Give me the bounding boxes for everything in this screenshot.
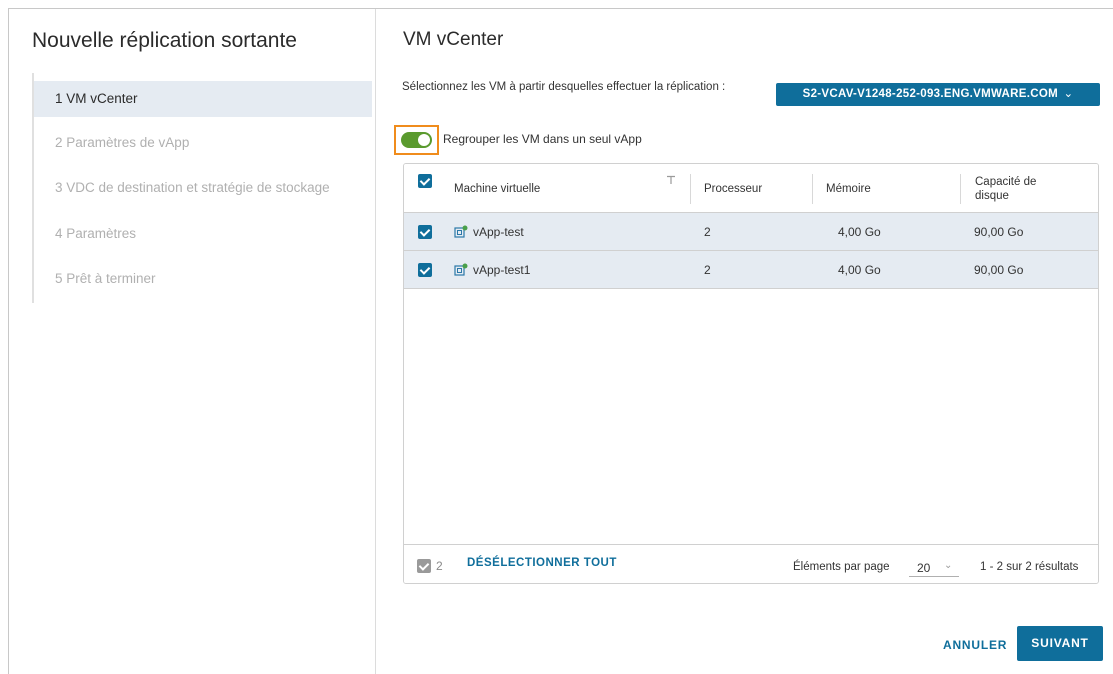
- vm-cpu: 2: [704, 263, 711, 277]
- vm-cpu: 2: [704, 225, 711, 239]
- toggle-highlight: [394, 125, 439, 155]
- wizard-sidebar: Nouvelle réplication sortante 1 VM vCent…: [9, 9, 376, 674]
- step-vm-vcenter[interactable]: 1 VM vCenter: [34, 81, 372, 117]
- vm-disk: 90,00 Go: [974, 263, 1024, 277]
- selection-summary-checkbox: [417, 559, 431, 573]
- row-checkbox[interactable]: [418, 263, 432, 277]
- vcenter-dropdown-button[interactable]: S2-VCAV-V1248-252-093.ENG.VMWARE.COM ⌄: [776, 83, 1100, 106]
- row-checkbox[interactable]: [418, 225, 432, 239]
- select-all-checkbox[interactable]: [418, 174, 432, 188]
- wizard-steps: 1 VM vCenter 2 Paramètres de vApp 3 VDC …: [32, 73, 372, 303]
- deselect-all-button[interactable]: DÉSÉLECTIONNER TOUT: [467, 557, 617, 569]
- step-ready-to-complete[interactable]: 5 Prêt à terminer: [34, 261, 372, 297]
- datagrid-header: Machine virtuelle Processeur Mémoire Cap…: [404, 164, 1098, 213]
- wizard-content: VM vCenter Sélectionnez les VM à partir …: [377, 9, 1113, 674]
- vm-icon: [454, 263, 468, 276]
- filter-icon[interactable]: [666, 175, 676, 185]
- column-header-disk[interactable]: Capacité de disque: [975, 164, 1065, 213]
- per-page-select[interactable]: 20 ⌄: [909, 559, 959, 577]
- column-header-memory[interactable]: Mémoire: [826, 164, 871, 213]
- vm-datagrid: Machine virtuelle Processeur Mémoire Cap…: [403, 163, 1099, 584]
- column-divider: [690, 174, 691, 204]
- column-header-cpu[interactable]: Processeur: [704, 164, 762, 213]
- vm-name: vApp-test: [473, 225, 524, 239]
- vm-memory: 4,00 Go: [838, 225, 881, 239]
- vm-memory: 4,00 Go: [838, 263, 881, 277]
- column-header-vm[interactable]: Machine virtuelle: [454, 164, 540, 213]
- step-destination-vdc[interactable]: 3 VDC de destination et stratégie de sto…: [34, 170, 372, 206]
- step-vapp-settings[interactable]: 2 Paramètres de vApp: [34, 125, 372, 161]
- vcenter-dropdown-label: S2-VCAV-V1248-252-093.ENG.VMWARE.COM: [802, 88, 1058, 100]
- wizard-title: Nouvelle réplication sortante: [32, 29, 297, 52]
- toggle-knob: [418, 134, 430, 146]
- vm-name: vApp-test1: [473, 263, 531, 277]
- datagrid-footer: 2 DÉSÉLECTIONNER TOUT Éléments par page …: [404, 544, 1098, 583]
- selected-count: 2: [436, 559, 443, 573]
- step-settings[interactable]: 4 Paramètres: [34, 216, 372, 252]
- chevron-down-icon: ⌄: [944, 560, 953, 571]
- cancel-button[interactable]: ANNULER: [943, 638, 1007, 652]
- group-vapp-toggle-label: Regrouper les VM dans un seul vApp: [443, 132, 642, 146]
- vm-icon: [454, 225, 468, 238]
- column-divider: [812, 174, 813, 204]
- table-row[interactable]: vApp-test 2 4,00 Go 90,00 Go: [404, 213, 1098, 251]
- column-divider: [960, 174, 961, 204]
- page-title: VM vCenter: [403, 29, 504, 50]
- wizard-dialog: Nouvelle réplication sortante 1 VM vCent…: [8, 8, 1113, 674]
- intro-text: Sélectionnez les VM à partir desquelles …: [402, 81, 726, 93]
- chevron-down-icon: ⌄: [1063, 88, 1074, 100]
- group-vapp-toggle[interactable]: [401, 132, 432, 148]
- per-page-label: Éléments par page: [793, 561, 890, 573]
- vm-disk: 90,00 Go: [974, 225, 1024, 239]
- next-button[interactable]: SUIVANT: [1017, 626, 1103, 661]
- results-count: 1 - 2 sur 2 résultats: [980, 561, 1079, 573]
- table-row[interactable]: vApp-test1 2 4,00 Go 90,00 Go: [404, 251, 1098, 289]
- per-page-value: 20: [917, 561, 931, 575]
